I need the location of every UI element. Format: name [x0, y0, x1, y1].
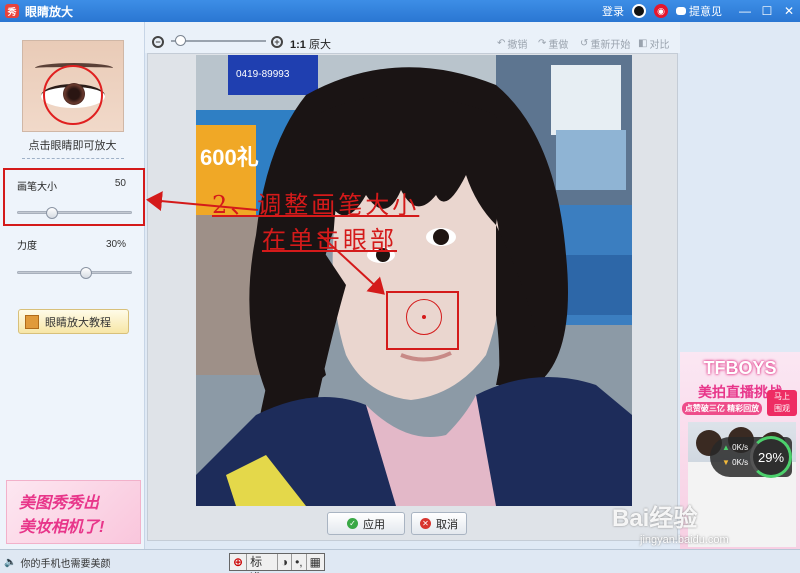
cancel-button[interactable]: ✕ 取消 — [411, 512, 467, 535]
apply-button[interactable]: ✓ 应用 — [327, 512, 405, 535]
upload-speed: ▲ 0K/s — [722, 443, 749, 452]
ime-punct-icon[interactable]: •, — [292, 554, 307, 570]
ime-logo-icon[interactable]: ⊕ — [230, 554, 248, 570]
ime-toolbar[interactable]: ⊕ 标准 ◑ •, ▦ — [229, 553, 325, 573]
download-speed: ▼ 0K/s — [722, 458, 749, 467]
ad-subline: 点赞破三亿 精彩回放 — [682, 402, 762, 415]
ad-brand: TFBOYS — [703, 358, 777, 378]
baidu-watermark: Bai经验 — [612, 505, 698, 532]
annotation-step-2: 2、调整画笔大小 — [212, 191, 420, 219]
memory-percent: 29% — [750, 436, 792, 478]
cancel-icon: ✕ — [420, 518, 431, 529]
status-bar: 🔈 你的手机也需要美颜 ⊕ 标准 ◑ •, ▦ — [0, 549, 800, 573]
status-message: 🔈 你的手机也需要美颜 — [4, 557, 111, 570]
speaker-icon: 🔈 — [4, 557, 17, 568]
check-icon: ✓ — [347, 518, 358, 529]
ad-cta[interactable]: 马上 围观 — [767, 390, 797, 416]
ime-mode[interactable]: 标准 — [247, 554, 278, 573]
watermark-url: jingyan.baidu.com — [640, 534, 729, 546]
ime-keyboard-icon[interactable]: ▦ — [307, 554, 324, 570]
annotation-click-eye: 在单击眼部 — [262, 226, 397, 254]
ime-halfwidth-icon[interactable]: ◑ — [278, 554, 293, 570]
network-speed-widget[interactable]: ▲ 0K/s ▼ 0K/s 29% — [710, 436, 792, 478]
